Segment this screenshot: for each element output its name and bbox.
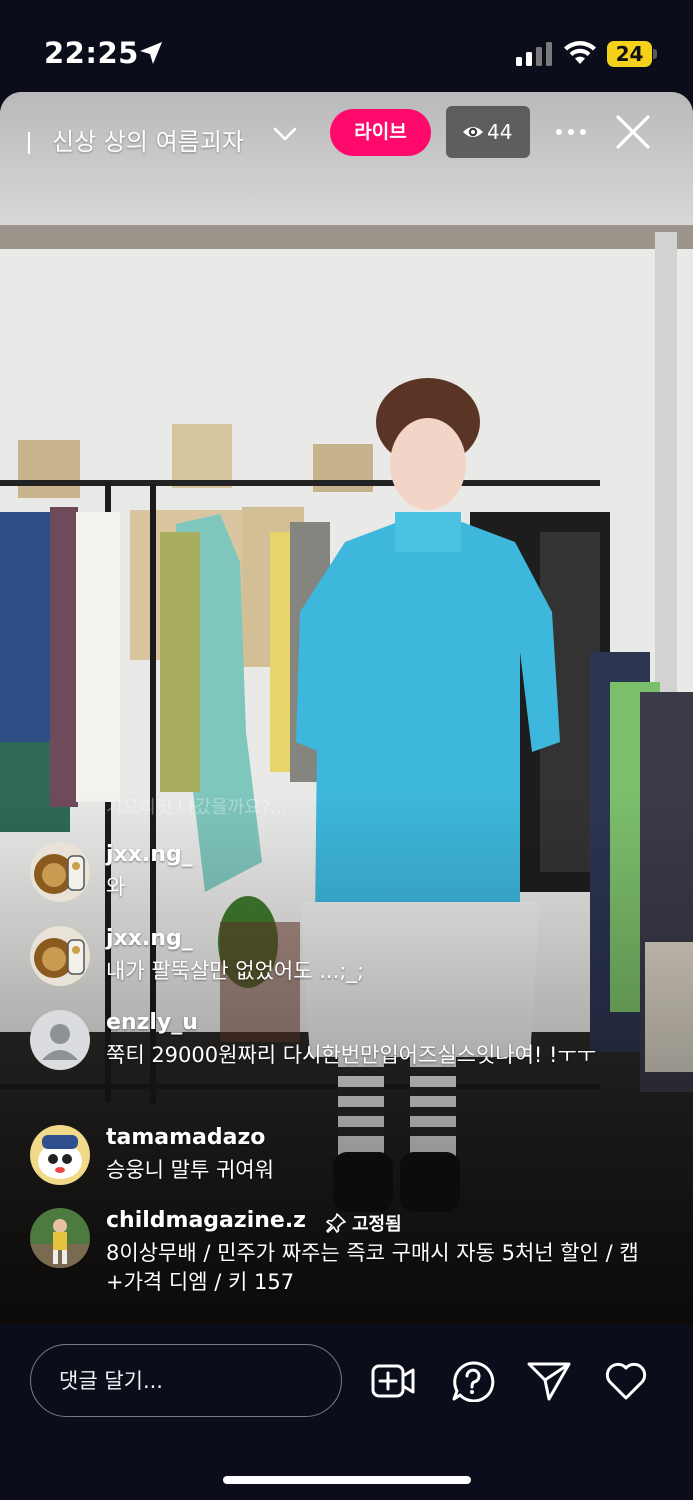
eye-icon — [463, 127, 483, 137]
title-divider — [28, 132, 30, 154]
live-title-dropdown[interactable]: 신상 상의 여름괴자 — [28, 122, 256, 157]
battery-indicator: 24 — [607, 41, 657, 67]
more-options-icon[interactable] — [554, 122, 588, 142]
cellular-signal-icon — [516, 42, 552, 66]
chevron-down-icon[interactable] — [272, 124, 298, 144]
default-avatar-image — [30, 1010, 90, 1070]
viewer-count-badge[interactable]: 44 — [446, 106, 530, 158]
comment-username[interactable]: jxx.ng_ — [106, 842, 193, 867]
video-frame — [0, 92, 693, 1324]
photo-avatar-image — [30, 1208, 90, 1268]
lion-avatar-image — [30, 926, 90, 986]
default-avatar[interactable] — [30, 1010, 90, 1070]
comment-input[interactable] — [30, 1344, 342, 1417]
question-icon[interactable] — [450, 1360, 496, 1402]
live-title: 신상 상의 여름괴자 — [52, 128, 244, 156]
heart-icon[interactable] — [603, 1360, 649, 1402]
wifi-icon — [564, 41, 596, 64]
cartoon-avatar-image — [30, 1125, 90, 1185]
bottom-bar — [0, 1324, 693, 1500]
send-icon[interactable] — [526, 1360, 572, 1402]
add-video-guest-icon[interactable] — [370, 1360, 416, 1402]
comment-text: 와 — [106, 875, 126, 899]
viewer-count: 44 — [487, 120, 513, 144]
comment-text: 승웅니 말투 귀여워 — [106, 1158, 274, 1182]
comment-text: 쭉티 29000원짜리 다시한번만입어즈실스잇나여! !ㅜㅜ — [106, 1043, 597, 1067]
lion-avatar[interactable] — [30, 926, 90, 986]
fading-comment: 기오리핏 나갔을까요?.... — [106, 797, 294, 818]
comment-text: 8이상무배 / 민주가 짜주는 즉코 구매시 자동 5처넌 할인 / 캡+가격 … — [106, 1241, 639, 1294]
pinned-label: 고정됨 — [352, 1214, 402, 1235]
close-icon[interactable] — [614, 113, 652, 151]
live-badge: 라이브 — [330, 109, 431, 156]
battery-nub — [653, 49, 657, 59]
live-video-stage[interactable]: 신상 상의 여름괴자 라이브 44 기오리핏 나갔을까요?.... jxx.ng… — [0, 92, 693, 1324]
pinned-indicator: 고정됨 — [326, 1210, 402, 1236]
pin-icon — [326, 1213, 346, 1233]
comment-username[interactable]: enzly_u — [106, 1010, 198, 1035]
location-arrow-icon — [140, 42, 162, 64]
lion-avatar[interactable] — [30, 842, 90, 902]
cartoon-avatar[interactable] — [30, 1125, 90, 1185]
comment-username[interactable]: jxx.ng_ — [106, 926, 193, 951]
status-bar: 22:25 24 — [0, 0, 693, 92]
comment-username[interactable]: tamamadazo — [106, 1125, 265, 1150]
comment-text: 내가 팔뚝살만 없었어도 ...;_; — [106, 959, 364, 983]
comment-username[interactable]: childmagazine.z — [106, 1208, 306, 1233]
home-indicator[interactable] — [223, 1476, 471, 1484]
status-time: 22:25 — [44, 36, 139, 70]
battery-level: 24 — [615, 42, 644, 66]
lion-avatar-image — [30, 842, 90, 902]
photo-avatar[interactable] — [30, 1208, 90, 1268]
